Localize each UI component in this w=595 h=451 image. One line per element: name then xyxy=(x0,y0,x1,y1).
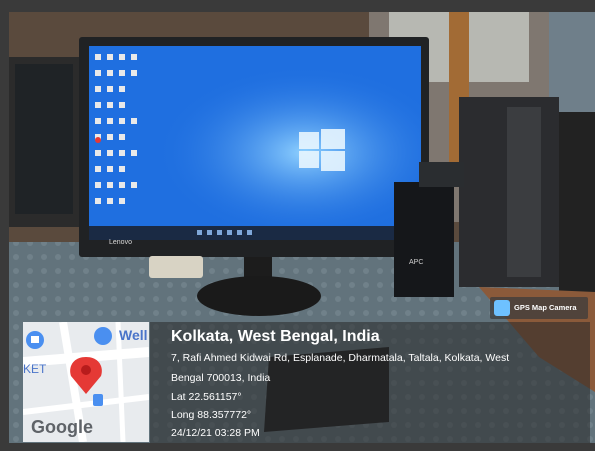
place-marker-icon xyxy=(94,327,112,345)
camera-app-icon xyxy=(494,300,510,316)
latitude: Lat 22.561157° xyxy=(171,391,242,403)
timestamp: 24/12/21 03:28 PM xyxy=(171,427,260,439)
map-thumbnail: Well KET Google xyxy=(23,322,149,442)
photo-scene: Lenovo APC GPS Map Camera Well KET Googl… xyxy=(0,0,595,451)
address-line-1: 7, Rafi Ahmed Kidwai Rd, Esplanade, Dhar… xyxy=(171,352,510,364)
gps-map-camera-badge: GPS Map Camera xyxy=(490,297,588,319)
map-label-well: Well xyxy=(119,327,148,343)
frame-left xyxy=(0,0,9,451)
monitor-brand: Lenovo xyxy=(109,239,132,246)
taskbar xyxy=(89,226,421,240)
frame-top xyxy=(0,0,595,12)
bus-stop-icon xyxy=(93,394,103,406)
location-title: Kolkata, West Bengal, India xyxy=(171,328,380,345)
longitude: Long 88.357772° xyxy=(171,409,252,421)
location-info-panel: Kolkata, West Bengal, India 7, Rafi Ahme… xyxy=(150,322,590,444)
google-logo: Google xyxy=(31,417,93,437)
address-line-2: Bengal 700013, India xyxy=(171,372,271,384)
gps-badge-label: GPS Map Camera xyxy=(514,303,577,312)
map-label-ket: KET xyxy=(23,362,47,376)
frame-bottom xyxy=(0,443,595,451)
ups-brand: APC xyxy=(409,259,423,266)
